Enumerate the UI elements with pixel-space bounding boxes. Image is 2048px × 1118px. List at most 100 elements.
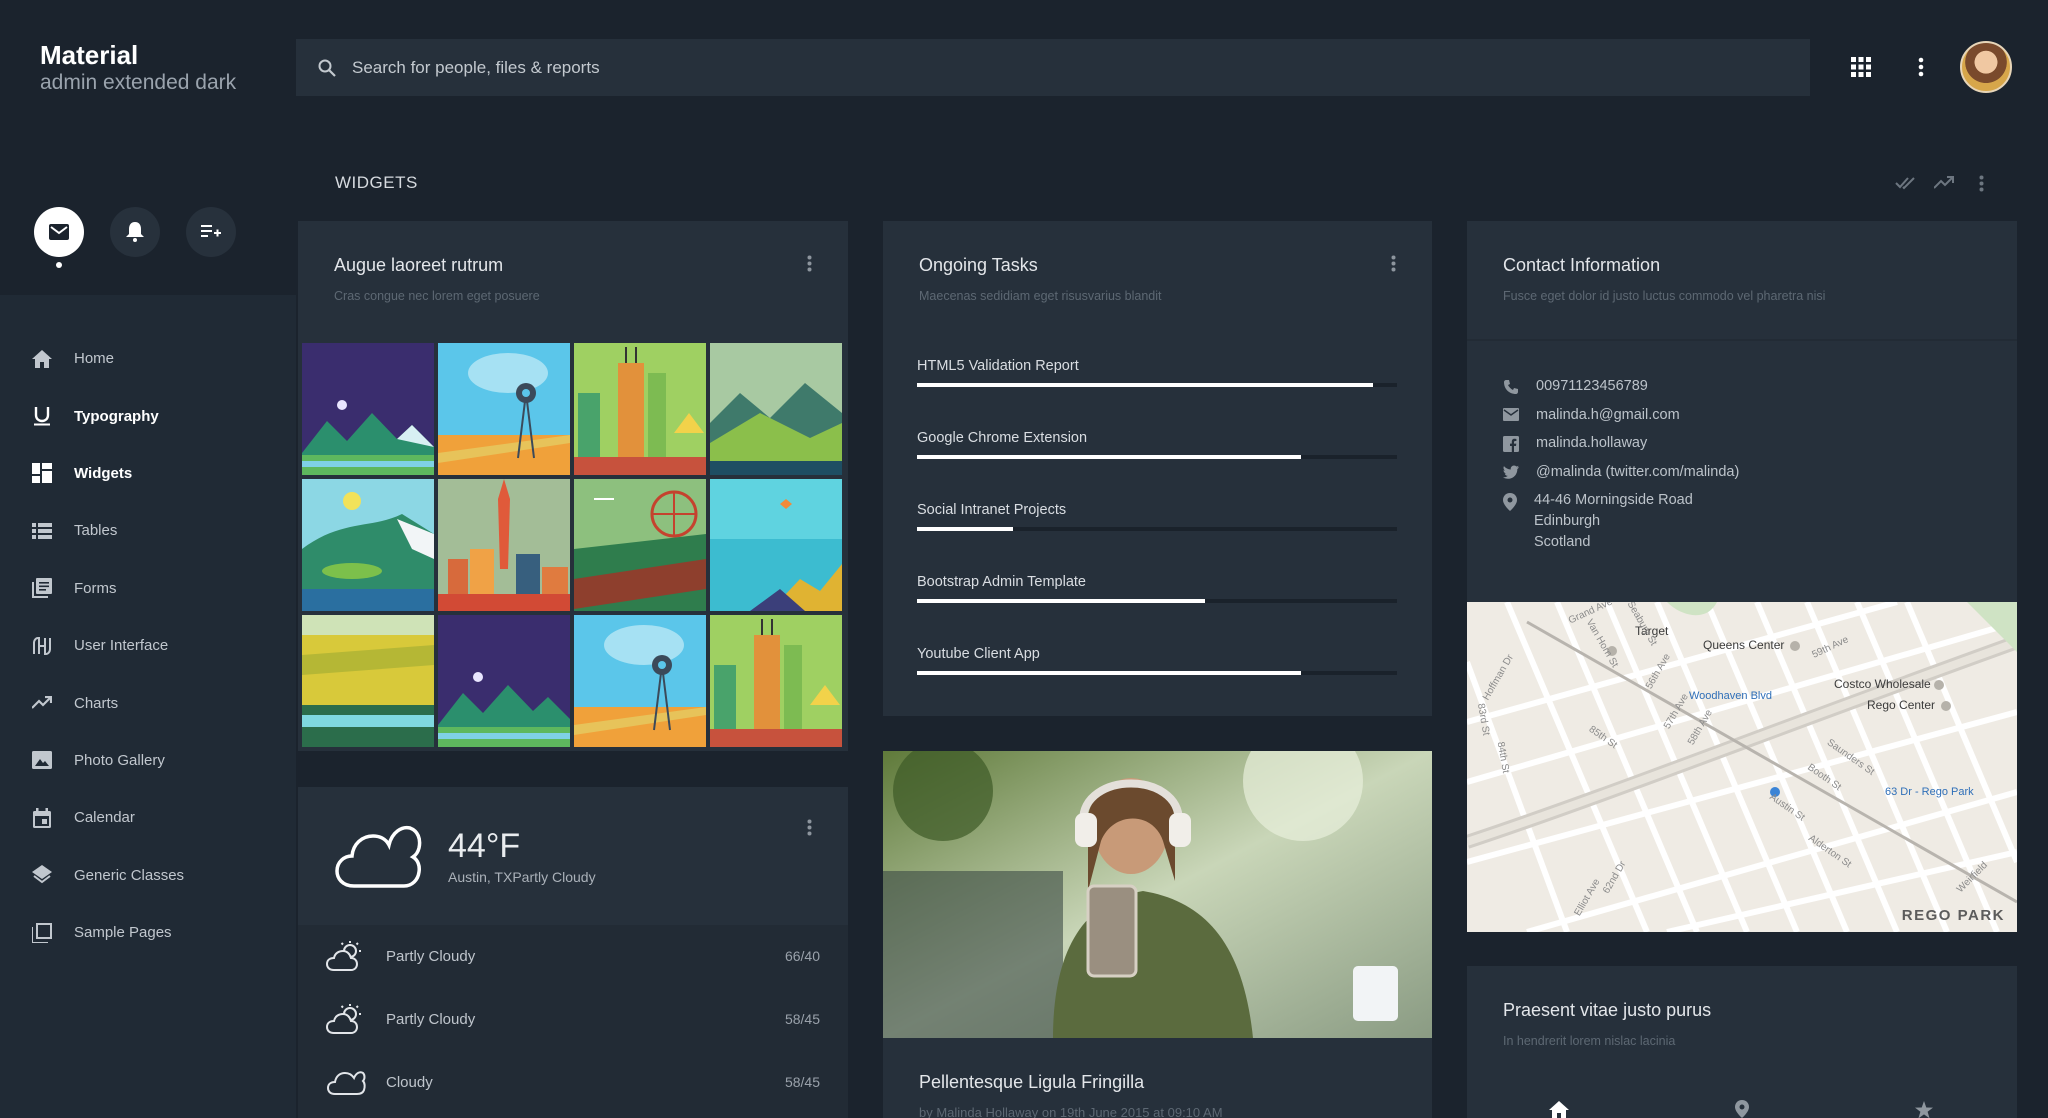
mail-icon: [1503, 407, 1519, 421]
home-icon: [32, 349, 52, 368]
gallery-image[interactable]: [438, 479, 570, 611]
dashboard-icon: [32, 463, 52, 484]
forecast-row: Partly Cloudy 66/40: [298, 925, 848, 987]
gallery-image[interactable]: [574, 479, 706, 611]
tab-home[interactable]: [1549, 1101, 1569, 1118]
apps-button[interactable]: [1851, 57, 1871, 77]
gallery-image[interactable]: [574, 615, 706, 747]
map[interactable]: Target Queens Center Costco Wholesale Re…: [1467, 602, 2017, 932]
sidebar-item-user-interface[interactable]: User Interface: [0, 617, 296, 674]
gallery-image[interactable]: [438, 343, 570, 475]
sidebar-item-calendar[interactable]: Calendar: [0, 789, 296, 846]
tab-favorites[interactable]: [1914, 1101, 1934, 1118]
gallery-image[interactable]: [302, 615, 434, 747]
contact-address: 44-46 Morningside Road Edinburgh Scotlan…: [1503, 490, 1739, 553]
more-options-button[interactable]: [1918, 57, 1924, 77]
brand-title: Material: [40, 40, 139, 70]
mail-button[interactable]: [34, 207, 84, 257]
facebook-icon: [1503, 436, 1519, 452]
task-progress-track: [917, 527, 1397, 531]
add-to-list-button[interactable]: [186, 207, 236, 257]
partly-cloudy-icon: [326, 941, 361, 971]
sidebar-nav: Home Typography Widgets Tables Forms Use…: [0, 330, 296, 961]
contact-email-value[interactable]: malinda.h@gmail.com: [1536, 405, 1680, 426]
phone-icon: [1504, 380, 1518, 394]
search-input[interactable]: Search for people, files & reports: [352, 58, 600, 78]
gallery-image[interactable]: [574, 343, 706, 475]
task-progress-fill: [917, 383, 1373, 387]
task-progress-fill: [917, 599, 1205, 603]
calendar-icon: [33, 807, 51, 828]
search-bar[interactable]: Search for people, files & reports: [296, 39, 1810, 96]
trending-button[interactable]: [1934, 176, 1954, 190]
contact-address-line: Edinburgh: [1534, 513, 1601, 529]
location-pin-icon: [1503, 493, 1517, 511]
done-all-icon: [1895, 177, 1915, 190]
map-place-label: Costco Wholesale: [1834, 677, 1931, 691]
card-title: Augue laoreet rutrum: [334, 255, 504, 275]
sidebar-item-charts[interactable]: Charts: [0, 674, 296, 731]
contact-twitter: @malinda (twitter.com/malinda): [1503, 462, 1739, 483]
gallery-card: Augue laoreet rutrum Cras congue nec lor…: [298, 221, 848, 751]
sidebar-item-label: User Interface: [74, 637, 169, 655]
card-menu-button[interactable]: [807, 819, 812, 836]
map-place-label: Rego Center: [1867, 698, 1936, 712]
contact-list: 00971123456789 malinda.h@gmail.com malin…: [1503, 376, 1739, 561]
sidebar-item-label: Charts: [74, 694, 119, 712]
trending-up-icon: [1934, 176, 1954, 189]
library-books-icon: [32, 578, 52, 599]
task-item: HTML5 Validation Report: [917, 358, 1397, 387]
avatar[interactable]: [1960, 41, 2012, 93]
notifications-button[interactable]: [110, 207, 160, 257]
task-progress-track: [917, 599, 1397, 603]
blog-photo[interactable]: [883, 751, 1432, 1038]
sidebar-item-tables[interactable]: Tables: [0, 502, 296, 559]
sidebar-item-generic-classes[interactable]: Generic Classes: [0, 847, 296, 904]
contact-facebook-value[interactable]: malinda.hollaway: [1536, 433, 1647, 454]
layers-icon: [32, 865, 52, 884]
section-menu-button[interactable]: [1979, 175, 1984, 192]
page-title: WIDGETS: [335, 173, 418, 192]
done-all-button[interactable]: [1895, 176, 1917, 190]
sidebar-item-widgets[interactable]: Widgets: [0, 445, 296, 502]
weather-current: 44°F Austin, TXPartly Cloudy: [298, 787, 848, 925]
gallery-image[interactable]: [438, 615, 570, 747]
contact-twitter-value[interactable]: @malinda (twitter.com/malinda): [1536, 462, 1739, 483]
home-icon: [1549, 1101, 1569, 1118]
task-label: Bootstrap Admin Template: [917, 574, 1086, 590]
gallery-image[interactable]: [302, 343, 434, 475]
image-grid: [302, 343, 842, 747]
weather-card: 44°F Austin, TXPartly Cloudy Partly Clou…: [298, 787, 848, 1118]
sidebar-item-forms[interactable]: Forms: [0, 560, 296, 617]
gallery-image[interactable]: [710, 479, 842, 611]
forecast-condition: Partly Cloudy: [386, 947, 476, 965]
map-place-label: 63 Dr - Rego Park: [1885, 786, 1974, 798]
sidebar-item-sample-pages[interactable]: Sample Pages: [0, 904, 296, 961]
sidebar-item-typography[interactable]: Typography: [0, 387, 296, 444]
brand: Material admin extended dark: [40, 40, 236, 96]
active-indicator: [56, 262, 62, 268]
gallery-image[interactable]: [302, 479, 434, 611]
card-menu-button[interactable]: [1391, 255, 1396, 272]
sidebar-item-home[interactable]: Home: [0, 330, 296, 387]
sidebar-item-label: Home: [74, 350, 115, 368]
sidebar-item-label: Widgets: [74, 464, 133, 482]
weather-temperature: 44°F: [448, 827, 521, 865]
more-vert-icon: [1979, 175, 1984, 192]
sidebar-item-photo-gallery[interactable]: Photo Gallery: [0, 732, 296, 789]
forecast-row: Partly Cloudy 58/45: [298, 988, 848, 1050]
sidebar-item-label: Typography: [74, 407, 159, 425]
task-item: Social Intranet Projects: [917, 502, 1397, 531]
sidebar-item-label: Forms: [74, 579, 117, 597]
map-area-label: REGO PARK: [1901, 907, 2005, 924]
card-menu-button[interactable]: [807, 255, 812, 272]
forecast-condition: Cloudy: [386, 1073, 433, 1091]
blog-title[interactable]: Pellentesque Ligula Fringilla: [919, 1072, 1144, 1093]
search-icon: [318, 59, 336, 77]
gallery-image[interactable]: [710, 615, 842, 747]
quick-actions: [34, 207, 236, 257]
contact-phone-value[interactable]: 00971123456789: [1536, 376, 1648, 397]
tab-location[interactable]: [1735, 1100, 1749, 1118]
gallery-image[interactable]: [710, 343, 842, 475]
task-progress-fill: [917, 527, 1013, 531]
